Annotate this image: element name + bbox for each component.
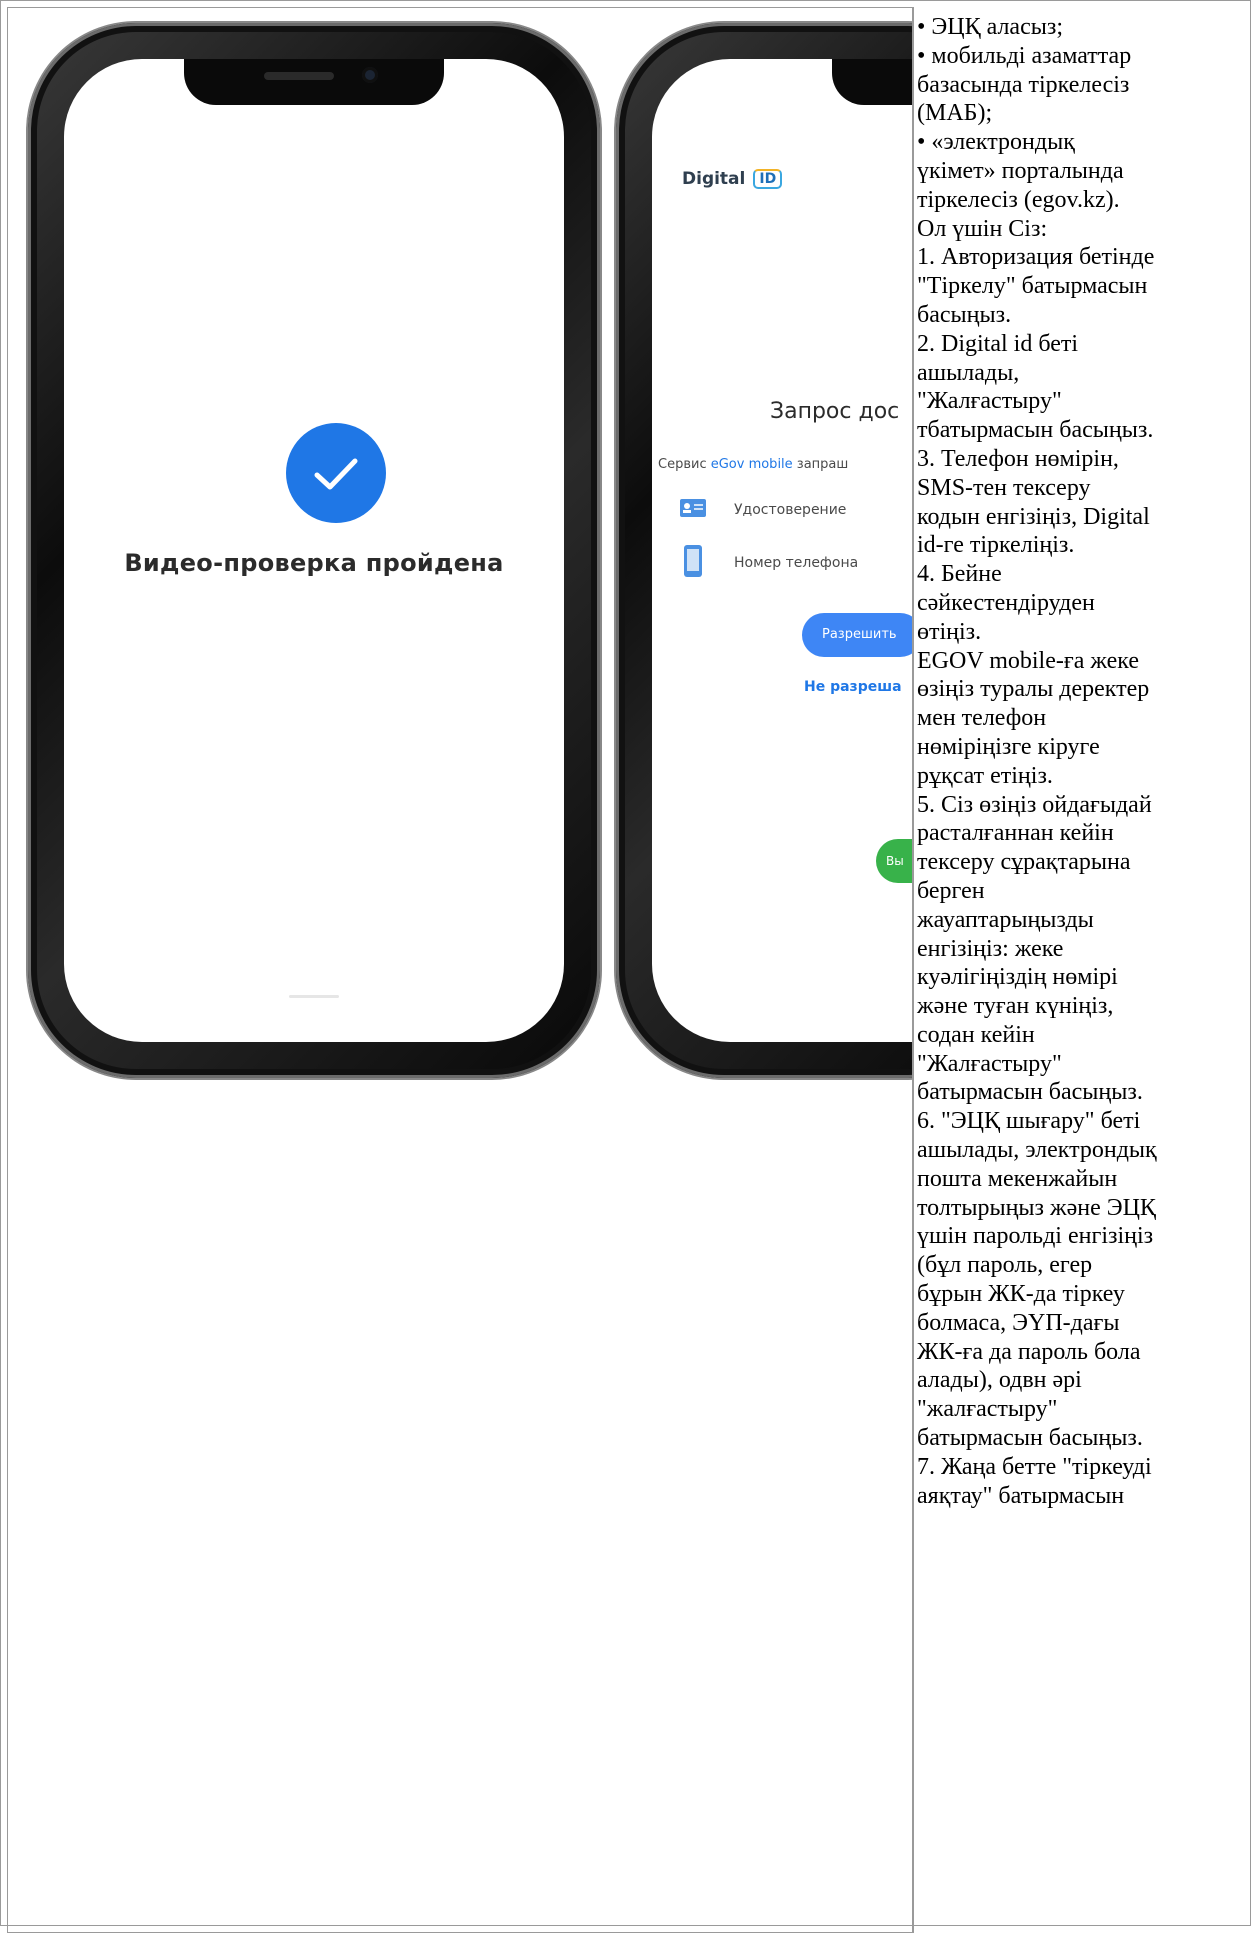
- instructions-text: • ЭЦҚ аласыз; • мобильді азаматтар базасын…: [917, 13, 1251, 1510]
- instruction-line: тбатырмасын басыңыз.: [917, 417, 1154, 444]
- checkmark-icon: [286, 423, 386, 523]
- request-subtitle: Сервис eGov mobile запраш: [658, 457, 848, 472]
- instruction-line: бұрын ЖК-да тіркеу: [917, 1281, 1125, 1308]
- instruction-line: 4. Бейне: [917, 561, 1002, 588]
- instruction-line: мен телефон: [917, 705, 1047, 732]
- table-cell-instructions: • ЭЦҚ аласыз; • мобильді азаматтар базасын…: [913, 7, 1251, 1933]
- instruction-line: • ЭЦҚ аласыз;: [917, 14, 1064, 40]
- permission-label-phone: Номер телефона: [734, 555, 859, 571]
- instruction-line: расталғаннан кейін: [917, 820, 1114, 847]
- green-action-button[interactable]: Вы: [876, 839, 912, 883]
- instruction-line: алады), одвн әрі: [917, 1367, 1082, 1394]
- permission-label-id: Удостоверение: [734, 502, 847, 518]
- instruction-line: пошта мекенжайын: [917, 1165, 1118, 1192]
- instruction-line: үшін парольді енгізіңіз: [917, 1223, 1154, 1250]
- instruction-line: 2. Digital id беті: [917, 330, 1079, 357]
- id-card-icon: [680, 499, 706, 521]
- allow-button[interactable]: Разрешить: [802, 613, 912, 657]
- instruction-line: • мобильді азаматтар: [917, 42, 1132, 69]
- phone-icon: [680, 545, 706, 581]
- instruction-line: кодын енгізіңіз, Digital: [917, 503, 1150, 530]
- phone-mockup-verification: Видео-проверка пройдена: [28, 23, 600, 1078]
- digital-id-logo: Digital ID: [682, 169, 783, 189]
- instruction-line: • «электрондық: [917, 129, 1075, 156]
- deny-link[interactable]: Не разреша: [804, 679, 902, 695]
- instruction-line: үкімет» порталында: [917, 157, 1124, 184]
- phone-screen: Digital ID Запрос дос Сервис eGov mobile…: [652, 59, 912, 1042]
- instruction-line: 7. Жаңа бетте "тіркеуді: [917, 1453, 1152, 1480]
- permission-item-phone: Номер телефона: [680, 545, 858, 581]
- instruction-line: (бұл пароль, егер: [917, 1252, 1093, 1279]
- instruction-line: (МАБ);: [917, 100, 993, 127]
- permission-item-id: Удостоверение: [680, 499, 846, 521]
- instruction-line: өзіңіз туралы деректер: [917, 676, 1150, 703]
- phone-mockup-permission: Digital ID Запрос дос Сервис eGov mobile…: [616, 23, 912, 1078]
- instruction-line: тексеру сұрақтарына: [917, 849, 1131, 876]
- home-indicator: [289, 995, 339, 998]
- instruction-line: "жалғастыру": [917, 1396, 1058, 1423]
- instruction-line: нөміріңізге кіруге: [917, 733, 1100, 760]
- request-title: Запрос дос: [770, 399, 900, 424]
- instruction-line: батырмасын басыңыз.: [917, 1079, 1143, 1106]
- instruction-line: 1. Авторизация бетінде: [917, 244, 1155, 271]
- instruction-line: рұқсат етіңіз.: [917, 762, 1053, 789]
- instruction-line: содан кейін: [917, 1021, 1035, 1048]
- speaker-grille: [264, 72, 334, 80]
- instruction-line: куәлігіңіздің нөмірі: [917, 964, 1118, 991]
- instruction-line: батырмасын басыңыз.: [917, 1425, 1143, 1452]
- logo-id-badge: ID: [753, 169, 783, 189]
- service-name: eGov mobile: [710, 457, 793, 472]
- phone-screen: Видео-проверка пройдена: [64, 59, 564, 1042]
- front-camera-icon: [362, 67, 378, 83]
- instruction-line: SMS-тен тексеру: [917, 474, 1091, 501]
- phone-notch: [832, 59, 912, 105]
- instruction-line: 5. Сіз өзіңіз ойдағыдай: [917, 791, 1152, 818]
- logo-text: Digital: [682, 169, 746, 189]
- instruction-line: EGOV mobile-ға жеке: [917, 647, 1139, 674]
- instruction-line: 3. Телефон нөмірін,: [917, 445, 1119, 472]
- instruction-line: "Жалғастыру": [917, 388, 1062, 415]
- service-suffix: запраш: [792, 457, 849, 472]
- instruction-line: енгізіңіз: жеке: [917, 935, 1064, 962]
- instruction-line: аяқтау" батырмасын: [917, 1482, 1125, 1509]
- table-cell-image: Видео-проверка пройдена Digital ID Запро…: [7, 7, 913, 1933]
- instruction-line: тіркелесіз (egov.kz).: [917, 186, 1120, 213]
- instruction-line: базасында тіркелесіз: [917, 71, 1130, 98]
- instruction-line: болмаса, ЭҮП-дағы: [917, 1309, 1120, 1336]
- phone-notch: [184, 59, 444, 105]
- instruction-line: "Тіркелу" батырмасын: [917, 273, 1148, 300]
- instruction-line: ашылады,: [917, 359, 1020, 386]
- instruction-line: сәйкестендіруден: [917, 589, 1095, 616]
- instruction-line: өтіңіз.: [917, 618, 982, 645]
- instruction-line: ЖК-ға да пароль бола: [917, 1338, 1141, 1365]
- instruction-line: басыңыз.: [917, 301, 1012, 328]
- document-table: Видео-проверка пройдена Digital ID Запро…: [0, 0, 1251, 1933]
- instruction-line: берген: [917, 877, 985, 904]
- instruction-line: ашылады, электрондық: [917, 1137, 1157, 1164]
- instruction-line: id-ге тіркеліңіз.: [917, 532, 1075, 559]
- instruction-line: "Жалғастыру": [917, 1050, 1062, 1077]
- service-prefix: Сервис: [658, 457, 711, 472]
- instruction-line: жауаптарыңызды: [917, 906, 1094, 933]
- verification-status-text: Видео-проверка пройдена: [124, 549, 504, 577]
- instruction-line: және туған күніңіз,: [917, 993, 1114, 1020]
- phones-illustration: Видео-проверка пройдена Digital ID Запро…: [8, 8, 912, 1088]
- instruction-line: толтырыңыз және ЭЦҚ: [917, 1194, 1156, 1221]
- instruction-line: 6. "ЭЦҚ шығару" беті: [917, 1108, 1141, 1135]
- instruction-line: Ол үшін Сіз:: [917, 215, 1048, 242]
